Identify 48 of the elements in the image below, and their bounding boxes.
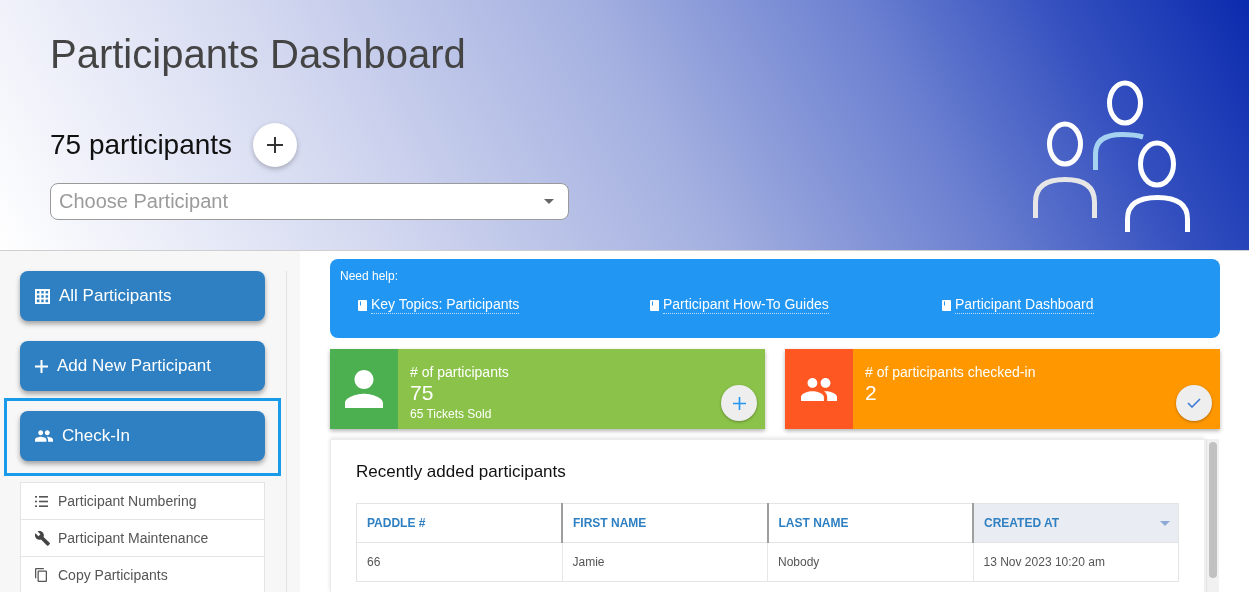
add-participant-button[interactable]	[253, 123, 298, 167]
add-button[interactable]	[721, 385, 757, 421]
column-header[interactable]: PADDLE #	[356, 503, 562, 543]
sidebar-button[interactable]: Add New Participant	[20, 341, 265, 391]
column-header[interactable]: CREATED AT	[973, 503, 1179, 543]
table-cell: 13 Nov 2023 10:20 am	[973, 542, 1179, 582]
stat-value: 75	[410, 381, 435, 405]
stat-value: 2	[865, 381, 878, 405]
section-title: Recently added participants	[356, 462, 567, 482]
stat-label: # of participants	[410, 363, 510, 381]
participant-select[interactable]: Choose Participant	[50, 183, 569, 220]
people-icon	[785, 349, 853, 429]
stat-label: # of participants checked-in	[865, 363, 1037, 381]
stat-note: 65 Tickets Sold	[410, 406, 493, 422]
sidebar-button[interactable]: All Participants	[20, 271, 265, 321]
help-link[interactable]: Participant Dashboard	[955, 296, 1094, 314]
help-link[interactable]: Key Topics: Participants	[371, 296, 520, 314]
sidebar-button[interactable]: Check-In	[20, 411, 265, 461]
book-icon	[358, 299, 367, 311]
menu-item[interactable]: Participant Maintenance	[21, 520, 264, 557]
check-button[interactable]	[1176, 385, 1212, 421]
table-cell: Jamie	[562, 542, 768, 582]
plus-icon	[35, 359, 48, 373]
menu-item[interactable]: Participant Numbering	[21, 483, 264, 520]
check-icon	[1187, 398, 1201, 408]
table-cell: 66	[356, 542, 562, 582]
table-cell: Nobody	[767, 542, 973, 582]
sort-caret-icon	[1160, 521, 1170, 526]
help-title: Need help:	[340, 269, 400, 283]
numbered-list-icon	[35, 495, 48, 507]
people-icon	[35, 430, 53, 442]
plus-icon	[267, 137, 284, 153]
participant-count: 75 participants	[50, 128, 233, 162]
scrollbar-thumb[interactable]	[1209, 442, 1217, 578]
grid-icon	[35, 288, 50, 304]
book-icon	[942, 299, 951, 311]
wrench-icon	[35, 530, 50, 546]
menu-item[interactable]: Copy Participants	[21, 557, 264, 592]
caret-icon	[544, 199, 554, 204]
person-icon	[330, 349, 398, 429]
help-link[interactable]: Participant How-To Guides	[663, 296, 829, 314]
people-group-icon	[1030, 78, 1192, 232]
page-title: Participants Dashboard	[50, 31, 467, 78]
book-icon	[650, 299, 659, 311]
column-header[interactable]: LAST NAME	[767, 503, 973, 543]
plus-icon	[732, 396, 746, 410]
column-header[interactable]: FIRST NAME	[562, 503, 768, 543]
copy-icon	[35, 568, 47, 582]
